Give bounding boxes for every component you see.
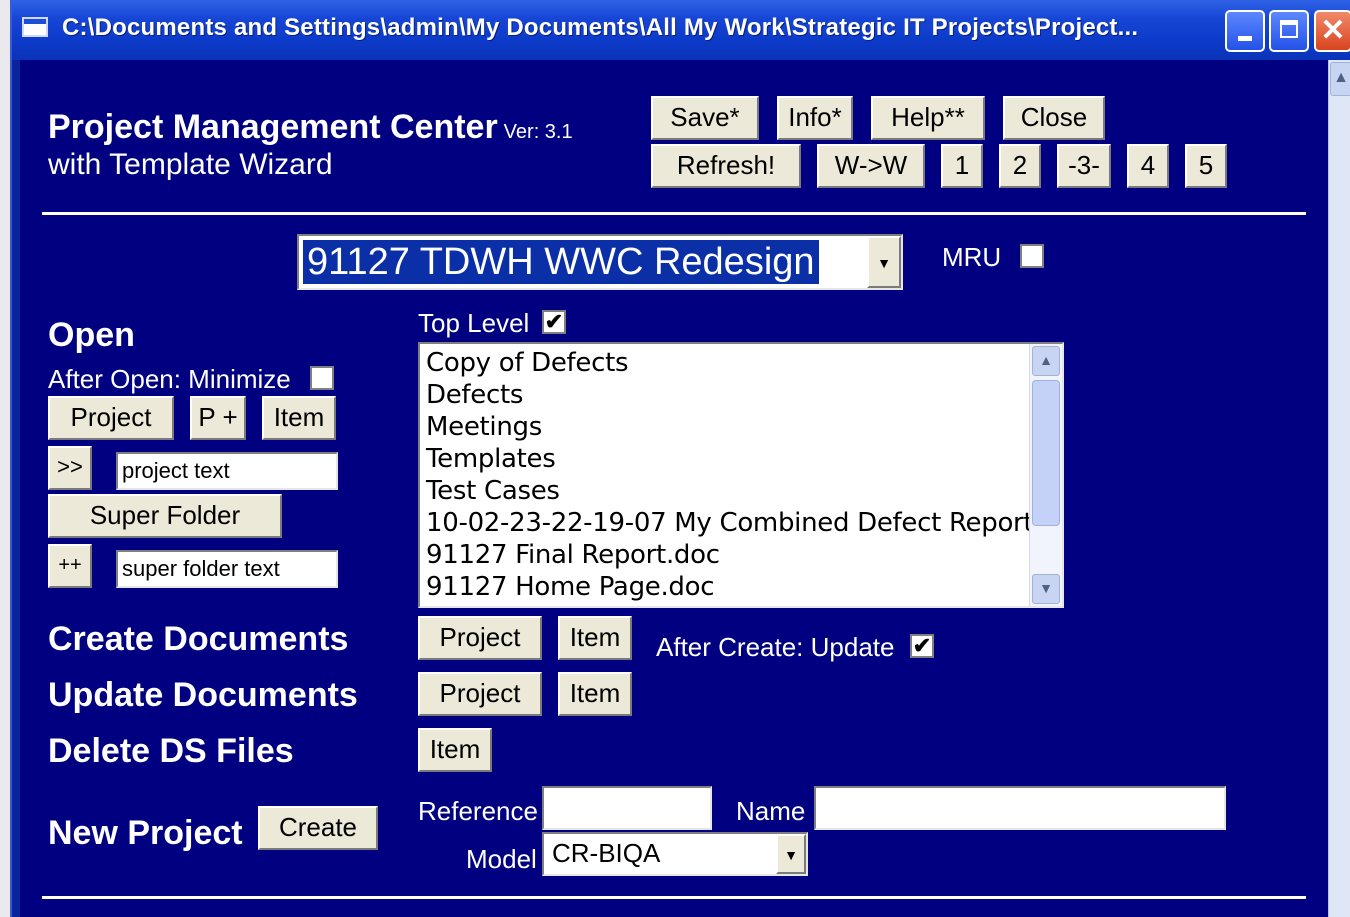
close-window-button[interactable]: ✕ [1314,10,1350,52]
create-item-button[interactable]: Item [558,616,632,660]
list-item[interactable]: Meetings [426,412,542,442]
chevron-down-icon: ▼ [784,847,798,863]
divider-top [42,212,1306,215]
page-2-button[interactable]: 2 [999,144,1041,188]
scroll-up-icon[interactable]: ▲ [1032,346,1060,376]
open-project-button[interactable]: Project [48,396,174,440]
update-project-button[interactable]: Project [418,672,542,716]
open-item-button[interactable]: Item [262,396,336,440]
name-label: Name [736,796,806,826]
delete-item-button[interactable]: Item [418,728,492,772]
chevron-down-icon: ▼ [877,255,891,271]
file-listbox[interactable]: Copy of Defects Defects Meetings Templat… [418,342,1064,608]
check-icon: ✔ [544,309,564,334]
super-folder-text-input[interactable] [116,550,338,588]
project-select-value: 91127 TDWH WWC Redesign [303,240,819,284]
list-item[interactable]: Templates [426,444,556,474]
create-new-project-button[interactable]: Create [258,806,378,850]
w-to-w-button[interactable]: W->W [817,144,925,188]
page-3-button[interactable]: -3- [1057,144,1111,188]
window-title: C:\Documents and Settings\admin\My Docum… [62,14,1139,41]
close-icon: ✕ [1320,14,1346,47]
title-bar[interactable]: C:\Documents and Settings\admin\My Docum… [12,0,1350,60]
model-select-value: CR-BIQA [552,838,661,868]
app-window: C:\Documents and Settings\admin\My Docum… [10,0,1350,917]
model-select[interactable]: CR-BIQA ▼ [542,832,808,876]
maximize-button[interactable] [1269,10,1309,52]
mru-label: MRU [942,242,1002,272]
app-version: Ver: 3.1 [503,121,573,143]
list-item[interactable]: 91127 Home Page.doc [426,572,715,602]
update-documents-heading: Update Documents [48,676,358,714]
app-subtitle: with Template Wizard [48,148,333,181]
minimize-button[interactable] [1225,10,1265,52]
create-project-button[interactable]: Project [418,616,542,660]
delete-ds-heading: Delete DS Files [48,732,294,770]
window-scroll-up-icon[interactable]: ▲ [1330,62,1350,96]
list-item[interactable]: Defects [426,380,523,410]
close-button[interactable]: Close [1003,96,1105,140]
reference-input[interactable] [542,786,712,830]
list-item[interactable]: 10-02-23-22-19-07 My Combined Defect Rep… [426,508,1062,538]
model-select-dropdown[interactable]: ▼ [776,834,806,874]
list-item[interactable]: Copy of Defects [426,348,629,378]
app-title: Project Management Center Ver: 3.1 [48,108,573,147]
reference-label: Reference [418,796,538,826]
add-super-folder-button[interactable]: ++ [48,544,92,588]
scroll-down-icon[interactable]: ▼ [1032,574,1060,604]
page-4-button[interactable]: 4 [1127,144,1169,188]
top-level-label: Top Level [418,308,530,338]
project-select-dropdown[interactable]: ▼ [867,236,901,288]
model-label: Model [466,844,537,874]
page-5-button[interactable]: 5 [1185,144,1227,188]
window-scrollbar[interactable]: ▲ [1328,60,1350,917]
open-pplus-button[interactable]: P + [190,396,246,440]
divider-bottom [42,896,1306,899]
create-documents-heading: Create Documents [48,620,349,658]
update-item-button[interactable]: Item [558,672,632,716]
check-icon: ✔ [912,633,932,658]
expand-project-button[interactable]: >> [48,446,92,490]
app-title-text: Project Management Center [48,108,498,146]
listbox-scrollbar[interactable]: ▲ ▼ [1029,344,1062,606]
new-project-heading: New Project [48,814,243,852]
save-button[interactable]: Save* [651,96,759,140]
after-open-label: After Open: Minimize [48,364,291,394]
minimize-icon [1238,36,1252,41]
project-text-input[interactable] [116,452,338,490]
name-input[interactable] [814,786,1226,830]
list-item[interactable]: Test Cases [426,476,560,506]
list-item[interactable]: 91127 Final Report.doc [426,540,720,570]
project-select[interactable]: 91127 TDWH WWC Redesign ▼ [297,234,903,290]
scroll-thumb[interactable] [1032,380,1060,526]
top-level-checkbox[interactable]: ✔ [542,310,566,334]
page-1-button[interactable]: 1 [941,144,983,188]
info-button[interactable]: Info* [777,96,853,140]
super-folder-button[interactable]: Super Folder [48,494,282,538]
help-button[interactable]: Help** [871,96,985,140]
maximize-icon [1280,20,1298,38]
window-icon [22,17,48,37]
refresh-button[interactable]: Refresh! [651,144,801,188]
after-open-minimize-checkbox[interactable] [310,366,334,390]
open-heading: Open [48,316,135,354]
client-area: Project Management Center Ver: 3.1 with T… [20,60,1328,917]
mru-checkbox[interactable] [1020,244,1044,268]
after-create-update-checkbox[interactable]: ✔ [910,634,934,658]
after-create-label: After Create: Update [656,632,895,662]
